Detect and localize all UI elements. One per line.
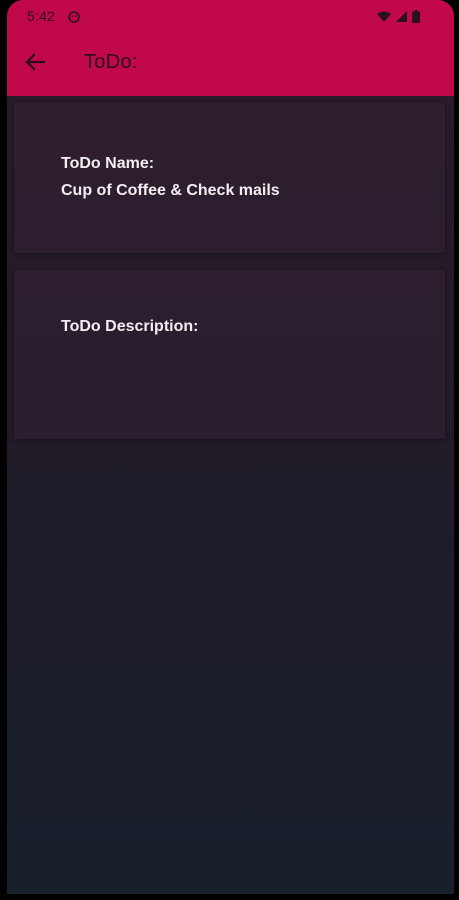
status-time: 5:42 (27, 8, 56, 24)
app-bar: 5:42 ToDo: (7, 0, 454, 96)
app-screen: 5:42 ToDo: ToDo Name: Cup of Coffee & Ch… (7, 0, 454, 894)
status-icons (377, 10, 420, 23)
arrow-left-icon (25, 52, 46, 76)
page-title: ToDo: (84, 51, 138, 73)
todo-name-card: ToDo Name: Cup of Coffee & Check mails (14, 103, 445, 253)
todo-name-label: ToDo Name: (61, 155, 155, 172)
battery-icon (412, 10, 420, 23)
toolbar: ToDo: (7, 34, 454, 96)
back-button[interactable] (21, 50, 49, 78)
signal-icon (396, 11, 407, 22)
todo-name-value: Cup of Coffee & Check mails (61, 182, 280, 199)
todo-description-card: ToDo Description: (14, 270, 445, 439)
todo-description-label: ToDo Description: (61, 318, 199, 335)
notification-app-icon (68, 10, 80, 23)
wifi-icon (377, 11, 391, 22)
status-bar: 5:42 (7, 0, 454, 34)
